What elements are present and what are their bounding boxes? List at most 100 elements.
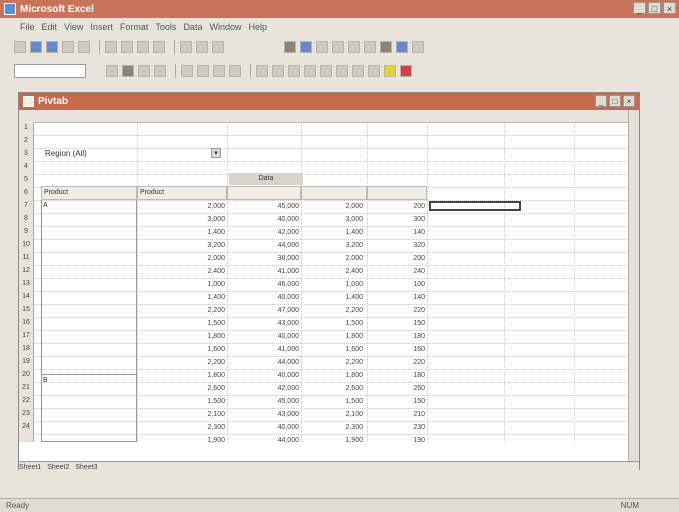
cell-value[interactable]: 220 [381,307,425,314]
cell-value[interactable]: 2,000 [319,255,363,262]
percent-icon[interactable] [272,65,284,77]
function-icon[interactable] [300,41,312,53]
cell-value[interactable]: 210 [381,411,425,418]
cell-value[interactable]: 1,500 [319,398,363,405]
currency-icon[interactable] [256,65,268,77]
cell-value[interactable]: 40,000 [255,333,299,340]
cell-value[interactable]: 1,800 [319,333,363,340]
cell-value[interactable]: 1,400 [181,294,225,301]
cell-value[interactable]: 1,400 [319,294,363,301]
cell-value[interactable]: 160 [381,346,425,353]
active-cell-selection[interactable] [429,201,521,211]
cell-value[interactable]: 2,100 [181,411,225,418]
cell-value[interactable]: 1,800 [181,333,225,340]
drawing-icon[interactable] [380,41,392,53]
cell-value[interactable]: 2,300 [181,424,225,431]
cell-value[interactable]: 1,800 [319,372,363,379]
sheet-tab-3[interactable]: Sheet3 [75,464,97,471]
workbook-close-button[interactable]: × [623,95,635,107]
cell-value[interactable]: 180 [381,372,425,379]
cell-value[interactable]: 220 [381,359,425,366]
row-number[interactable]: 13 [19,280,33,287]
chart-wizard-icon[interactable] [348,41,360,53]
decrease-decimal-icon[interactable] [320,65,332,77]
column-header-3[interactable] [301,186,367,200]
cell-value[interactable]: 1,400 [319,229,363,236]
borders-icon[interactable] [368,65,380,77]
cell-value[interactable]: 1,600 [181,346,225,353]
cell-value[interactable]: 300 [381,216,425,223]
underline-icon[interactable] [154,65,166,77]
menu-help[interactable]: Help [248,22,267,32]
cell-value[interactable]: 1,500 [181,398,225,405]
row-number[interactable]: 11 [19,254,33,261]
cell-value[interactable]: 2,000 [181,255,225,262]
help-icon[interactable] [412,41,424,53]
cell-value[interactable]: 1,000 [319,281,363,288]
cell-value[interactable]: 40,000 [255,294,299,301]
cell-value[interactable]: 3,000 [181,216,225,223]
row-number[interactable]: 21 [19,384,33,391]
menu-edit[interactable]: Edit [42,22,58,32]
comma-icon[interactable] [288,65,300,77]
cell-value[interactable]: 240 [381,268,425,275]
format-painter-icon[interactable] [153,41,165,53]
column-field-header[interactable]: Product [137,186,227,200]
sheet-tab-1[interactable]: Sheet1 [19,464,41,471]
workbook-maximize-button[interactable]: □ [609,95,621,107]
save-icon[interactable] [46,41,58,53]
row-number[interactable]: 24 [19,423,33,430]
row-number[interactable]: 4 [19,163,33,170]
cell-value[interactable]: 44,000 [255,359,299,366]
cell-value[interactable]: 41,000 [255,346,299,353]
cell-value[interactable]: 46,000 [255,281,299,288]
increase-decimal-icon[interactable] [304,65,316,77]
cell-value[interactable]: 44,000 [255,242,299,249]
cell-value[interactable]: 44,000 [255,437,299,444]
cell-value[interactable]: 2,400 [319,268,363,275]
undo-icon[interactable] [180,41,192,53]
cell-value[interactable]: 3,000 [319,216,363,223]
sort-descending-icon[interactable] [332,41,344,53]
cell-value[interactable]: 200 [381,203,425,210]
workbook-minimize-button[interactable]: _ [595,95,607,107]
cell-value[interactable]: 38,000 [255,255,299,262]
hyperlink-icon[interactable] [212,41,224,53]
cell-value[interactable]: 45,000 [255,203,299,210]
cell-value[interactable]: 2,200 [181,359,225,366]
menu-window[interactable]: Window [209,22,241,32]
row-number[interactable]: 12 [19,267,33,274]
menu-insert[interactable]: Insert [90,22,113,32]
row-number[interactable]: 22 [19,397,33,404]
cell-value[interactable]: 230 [381,424,425,431]
increase-indent-icon[interactable] [352,65,364,77]
workbook-icon[interactable] [23,96,34,107]
cell-value[interactable]: 1,400 [181,229,225,236]
row-number[interactable]: 10 [19,241,33,248]
row-number[interactable]: 23 [19,410,33,417]
copy-icon[interactable] [121,41,133,53]
excel-app-icon[interactable] [4,3,16,15]
cell-value[interactable]: 2,200 [319,307,363,314]
sheet-tab-2[interactable]: Sheet2 [47,464,69,471]
cell-value[interactable]: 140 [381,294,425,301]
row-number[interactable]: 5 [19,176,33,183]
cell-value[interactable]: 2,100 [319,411,363,418]
column-header-4[interactable] [367,186,427,200]
merge-center-icon[interactable] [229,65,241,77]
menu-view[interactable]: View [64,22,83,32]
align-left-icon[interactable] [181,65,193,77]
cell-value[interactable]: 150 [381,398,425,405]
cell-value[interactable]: 1,900 [181,437,225,444]
row-number[interactable]: 14 [19,293,33,300]
column-header-2[interactable] [227,186,301,200]
cell-value[interactable]: 2,300 [319,424,363,431]
maximize-button[interactable]: □ [648,2,661,14]
cell-value[interactable]: 2,600 [319,385,363,392]
italic-icon[interactable] [138,65,150,77]
row-number[interactable]: 9 [19,228,33,235]
cell-value[interactable]: 3,200 [319,242,363,249]
cell-value[interactable]: 42,000 [255,229,299,236]
row-number[interactable]: 18 [19,345,33,352]
cell-value[interactable]: 1,000 [181,281,225,288]
